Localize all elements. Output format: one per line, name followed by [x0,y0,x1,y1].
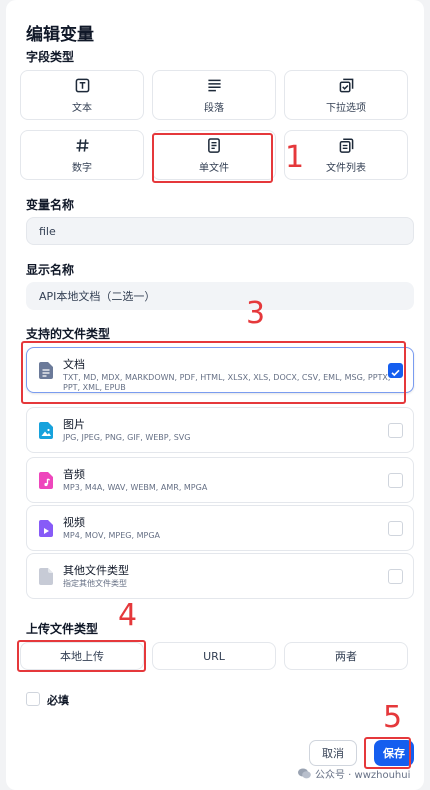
annotation-number-3: 3 [246,296,266,331]
field-type-dropdown[interactable]: 下拉选项 [284,70,408,120]
variable-name-label: 变量名称 [26,198,75,212]
variable-name-input[interactable]: file [26,217,414,245]
text-icon [75,77,90,95]
file-type-video[interactable]: 视频 MP4, MOV, MPEG, MPGA [26,505,414,551]
field-type-label: 数字 [72,162,92,174]
file-type-name: 图片 [63,418,85,431]
annotation-box-save [364,737,411,769]
field-type-label: 下拉选项 [326,102,366,114]
field-type-label: 文本 [72,102,92,114]
required-checkbox[interactable] [26,692,40,706]
file-type-audio[interactable]: 音频 MP3, M4A, WAV, WEBM, AMR, MPGA [26,457,414,503]
field-type-paragraph[interactable]: 段落 [152,70,276,120]
upload-option-url[interactable]: URL [152,642,276,670]
wechat-icon [298,768,311,779]
paragraph-icon [207,77,222,95]
file-type-checkbox[interactable] [388,569,403,584]
file-type-desc: 指定其他文件类型 [63,579,127,588]
dropdown-icon [339,77,354,95]
file-type-other[interactable]: 其他文件类型 指定其他文件类型 [26,553,414,599]
file-type-desc: MP4, MOV, MPEG, MPGA [63,531,160,540]
image-file-icon [39,422,53,439]
file-type-name: 音频 [63,468,85,481]
file-type-name: 其他文件类型 [63,564,129,577]
dialog-title: 编辑变量 [26,25,94,45]
field-type-label: 文件列表 [326,162,366,174]
file-type-checkbox[interactable] [388,423,403,438]
supported-file-types-label: 支持的文件类型 [26,327,111,341]
annotation-number-1: 1 [285,140,305,175]
number-icon [75,137,90,155]
file-list-icon [339,137,354,155]
file-type-name: 视频 [63,516,85,529]
file-type-desc: JPG, JPEG, PNG, GIF, WEBP, SVG [63,433,191,442]
annotation-number-5: 5 [383,700,403,735]
video-file-icon [39,520,53,537]
upload-file-type-label: 上传文件类型 [26,622,99,636]
field-type-text[interactable]: 文本 [20,70,144,120]
annotation-box-local-upload [17,640,146,672]
annotation-box-document [21,341,406,404]
file-type-desc: MP3, M4A, WAV, WEBM, AMR, MPGA [63,483,208,492]
file-type-checkbox[interactable] [388,521,403,536]
audio-file-icon [39,472,53,489]
display-name-label: 显示名称 [26,263,75,277]
other-file-icon [39,568,53,585]
display-name-input[interactable]: API本地文档（二选一） [26,282,414,310]
field-type-label: 段落 [204,102,224,114]
annotation-box-single-file [152,133,273,183]
required-label: 必填 [47,694,69,707]
file-type-image[interactable]: 图片 JPG, JPEG, PNG, GIF, WEBP, SVG [26,407,414,453]
annotation-number-4: 4 [118,598,138,633]
field-type-label: 字段类型 [26,50,75,64]
cancel-button[interactable]: 取消 [309,740,357,766]
file-type-checkbox[interactable] [388,473,403,488]
upload-option-both[interactable]: 两者 [284,642,408,670]
field-type-number[interactable]: 数字 [20,130,144,180]
